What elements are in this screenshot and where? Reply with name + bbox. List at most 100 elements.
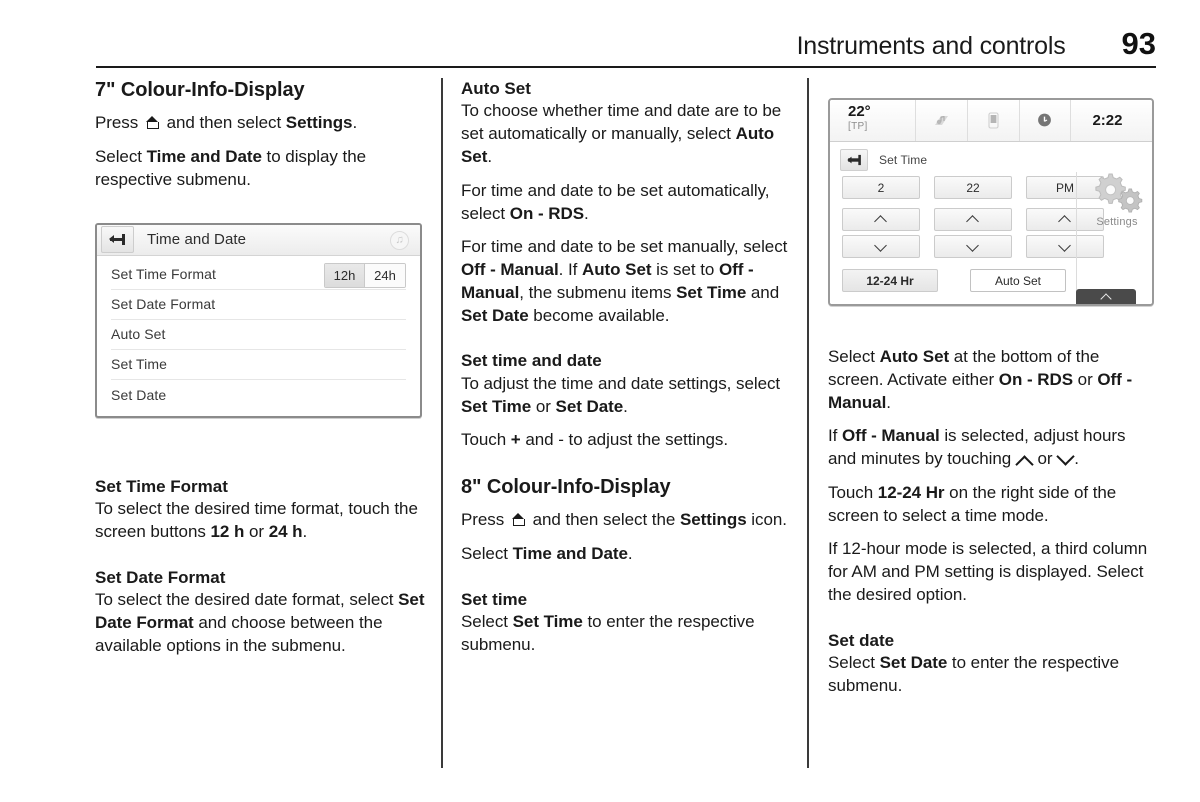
term-settings: Settings — [679, 510, 747, 530]
back-arrow-icon — [846, 154, 861, 165]
display-status-icons — [914, 100, 1071, 141]
heading-8-inch-display: 8" Colour-Info-Display — [461, 476, 671, 499]
display-vertical-divider — [1076, 172, 1077, 294]
button-12-24-hr[interactable]: 12-24 Hr — [842, 269, 938, 292]
page-header: Instruments and controls 93 — [96, 28, 1156, 59]
menu-row-set-date[interactable]: Set Date — [111, 380, 406, 410]
chevron-down-icon — [1057, 453, 1074, 465]
chevron-up-icon — [1101, 294, 1112, 301]
text-fragment: Select — [461, 612, 513, 632]
chevron-down-icon — [1059, 243, 1072, 251]
settings-label: Settings — [1096, 216, 1138, 228]
text-fragment: or — [531, 396, 556, 416]
text-fragment: Select — [461, 544, 513, 564]
paragraph-select-time-and-date-8: Select Time and Date. — [461, 543, 791, 566]
minute-decrement-button[interactable] — [934, 235, 1012, 258]
menu-row-label: Set Date — [111, 386, 167, 403]
text-fragment: For time and date to be set automaticall… — [461, 180, 770, 223]
text-fragment: . — [302, 521, 308, 541]
paragraph-adjust-settings: To adjust the time and date settings, se… — [461, 373, 791, 419]
subheading-set-time-format: Set Time Format — [95, 476, 228, 496]
text-fragment: . — [584, 203, 589, 223]
text-fragment: Press — [461, 510, 509, 530]
minute-value[interactable]: 22 — [934, 176, 1012, 199]
term-12-24-hr: 12-24 Hr — [877, 482, 945, 502]
minute-increment-button[interactable] — [934, 208, 1012, 231]
display-temperature-block: 22° [TP] — [830, 100, 915, 141]
hour-increment-button[interactable] — [842, 208, 920, 231]
term-set-time: Set Time — [512, 612, 583, 632]
subheading-auto-set: Auto Set — [461, 79, 531, 98]
display-settings-shortcut[interactable]: Settings — [1082, 170, 1152, 228]
hour-decrement-button[interactable] — [842, 235, 920, 258]
menu-back-button[interactable] — [101, 226, 134, 254]
term-on-rds: On - RDS — [509, 203, 585, 223]
paragraph-set-time-submenu: Select Set Time to enter the respective … — [461, 611, 791, 657]
menu-row-set-time-format[interactable]: Set Time Format 12h 24h — [111, 260, 406, 290]
media-icon — [934, 115, 948, 125]
phone-icon-cell[interactable] — [966, 100, 1019, 141]
chevron-down-icon — [967, 243, 980, 251]
toggle-12h-button[interactable]: 12h — [325, 263, 365, 287]
term-auto-set: Auto Set — [582, 260, 652, 280]
ampm-decrement-button[interactable] — [1026, 235, 1104, 258]
term-time-and-date: Time and Date — [512, 544, 628, 564]
subheading-set-date-format: Set Date Format — [95, 567, 226, 587]
text-fragment: Select — [828, 653, 880, 673]
term-set-date: Set Date — [879, 653, 948, 673]
menu-title-label: Time and Date — [147, 231, 247, 249]
menu-row-set-time[interactable]: Set Time — [111, 350, 406, 380]
text-fragment: . — [886, 392, 891, 412]
term-auto-set: Auto Set — [879, 347, 950, 366]
menu-row-set-date-format[interactable]: Set Date Format — [111, 290, 406, 320]
home-icon — [145, 116, 160, 129]
paragraph-manual-off: For time and date to be set manually, se… — [461, 236, 791, 327]
media-icon-cell[interactable] — [914, 100, 967, 141]
text-fragment: . — [352, 113, 358, 133]
info-icon-cell[interactable] — [1018, 100, 1071, 141]
paragraph-set-time-format: To select the desired time format, touch… — [95, 498, 425, 544]
text-fragment: and then select the — [527, 510, 680, 530]
gears-icon — [1082, 170, 1152, 216]
spinner-column-hour: 2 — [842, 176, 920, 262]
page-number: 93 — [1121, 26, 1156, 61]
term-12h: 12 h — [210, 521, 245, 541]
display-back-button[interactable] — [840, 149, 868, 171]
time-spinner-columns: 2 22 PM — [842, 176, 1104, 262]
display-clock: 2:22 — [1092, 112, 1123, 129]
phone-icon — [988, 112, 999, 129]
text-fragment: . If — [558, 260, 582, 280]
text-fragment: , the submenu items — [519, 282, 677, 302]
paragraph-automatic-rds: For time and date to be set automaticall… — [461, 180, 791, 226]
column-two: Auto Set To choose whether time and date… — [461, 78, 791, 668]
text-fragment: or — [244, 521, 269, 541]
toggle-24h-button[interactable]: 24h — [365, 263, 405, 287]
chevron-up-icon — [1016, 453, 1033, 465]
figure-time-and-date-menu: Time and Date ♫ Set Time Format 12h 24h … — [95, 222, 422, 418]
button-auto-set[interactable]: Auto Set — [970, 269, 1066, 292]
display-back-row: Set Time — [830, 142, 1152, 171]
text-fragment: . — [1074, 449, 1079, 469]
column-divider-right — [807, 78, 809, 768]
back-arrow-icon — [109, 233, 125, 246]
hour-value[interactable]: 2 — [842, 176, 920, 199]
text-fragment: For time and date to be set manually, se… — [461, 237, 788, 257]
menu-row-label: Set Time Format — [111, 266, 216, 283]
text-fragment: Select — [828, 347, 880, 366]
term-settings: Settings — [285, 113, 353, 133]
menu-row-auto-set[interactable]: Auto Set — [111, 320, 406, 350]
music-note-icon[interactable]: ♫ — [390, 230, 409, 250]
display-bottom-tab[interactable] — [1076, 289, 1136, 304]
text-fragment: or — [1073, 369, 1098, 389]
text-fragment: Select — [95, 147, 147, 167]
term-set-time: Set Time — [676, 282, 747, 302]
menu-row-label: Set Time — [111, 356, 168, 373]
chevron-up-icon — [875, 216, 888, 224]
time-format-toggle-group: 12h 24h — [324, 262, 406, 288]
text-fragment: is set to — [651, 260, 719, 280]
